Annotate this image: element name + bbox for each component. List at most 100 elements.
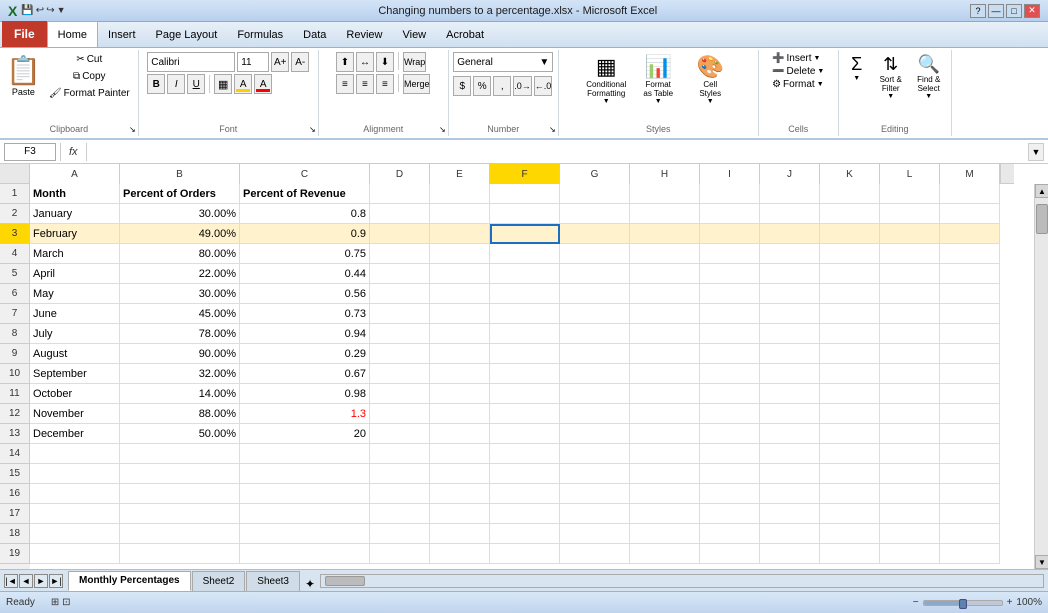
cell-E1[interactable]	[430, 184, 490, 204]
tab-review[interactable]: Review	[336, 23, 392, 47]
cell-G1[interactable]	[560, 184, 630, 204]
cell-M9[interactable]	[940, 344, 1000, 364]
cell-F9[interactable]	[490, 344, 560, 364]
col-header-F[interactable]: F	[490, 164, 560, 184]
cell-F7[interactable]	[490, 304, 560, 324]
cell-H15[interactable]	[630, 464, 700, 484]
cell-K1[interactable]	[820, 184, 880, 204]
row-header-12[interactable]: 12	[0, 404, 30, 424]
cell-F5[interactable]	[490, 264, 560, 284]
row-header-5[interactable]: 5	[0, 264, 30, 284]
cell-M4[interactable]	[940, 244, 1000, 264]
sum-button[interactable]: Σ ▼	[843, 52, 871, 102]
cell-H11[interactable]	[630, 384, 700, 404]
cell-C7[interactable]: 0.73	[240, 304, 370, 324]
cell-H16[interactable]	[630, 484, 700, 504]
cell-C2[interactable]: 0.8	[240, 204, 370, 224]
row-header-6[interactable]: 6	[0, 284, 30, 304]
cell-I12[interactable]	[700, 404, 760, 424]
cell-D18[interactable]	[370, 524, 430, 544]
cell-L3[interactable]	[880, 224, 940, 244]
cell-C6[interactable]: 0.56	[240, 284, 370, 304]
row-header-14[interactable]: 14	[0, 444, 30, 464]
decrease-decimal-button[interactable]: ←.0	[534, 76, 553, 96]
cell-I2[interactable]	[700, 204, 760, 224]
cell-B5[interactable]: 22.00%	[120, 264, 240, 284]
cell-I1[interactable]	[700, 184, 760, 204]
cell-J7[interactable]	[760, 304, 820, 324]
row-header-16[interactable]: 16	[0, 484, 30, 504]
cell-I8[interactable]	[700, 324, 760, 344]
cell-L4[interactable]	[880, 244, 940, 264]
cell-E18[interactable]	[430, 524, 490, 544]
cell-D5[interactable]	[370, 264, 430, 284]
cell-I6[interactable]	[700, 284, 760, 304]
cell-J8[interactable]	[760, 324, 820, 344]
cell-styles-button[interactable]: 🎨 CellStyles ▼	[686, 52, 734, 107]
cell-C15[interactable]	[240, 464, 370, 484]
customize-icon[interactable]: ▼	[57, 5, 66, 16]
cell-A4[interactable]: March	[30, 244, 120, 264]
cell-D17[interactable]	[370, 504, 430, 524]
align-left-button[interactable]: ≡	[336, 74, 354, 94]
cell-J1[interactable]	[760, 184, 820, 204]
cell-H1[interactable]	[630, 184, 700, 204]
cell-A9[interactable]: August	[30, 344, 120, 364]
tab-formulas[interactable]: Formulas	[227, 23, 293, 47]
save-icon[interactable]: 💾	[21, 5, 33, 16]
cell-F3[interactable]	[490, 224, 560, 244]
cell-K14[interactable]	[820, 444, 880, 464]
underline-button[interactable]: U	[187, 74, 205, 94]
cell-D15[interactable]	[370, 464, 430, 484]
cell-K3[interactable]	[820, 224, 880, 244]
row-header-15[interactable]: 15	[0, 464, 30, 484]
cell-K12[interactable]	[820, 404, 880, 424]
cell-J17[interactable]	[760, 504, 820, 524]
cell-L18[interactable]	[880, 524, 940, 544]
cell-E14[interactable]	[430, 444, 490, 464]
percent-button[interactable]: %	[473, 76, 491, 96]
cell-B8[interactable]: 78.00%	[120, 324, 240, 344]
page-display-icon[interactable]: ⊞	[51, 597, 59, 608]
cell-M8[interactable]	[940, 324, 1000, 344]
cell-L16[interactable]	[880, 484, 940, 504]
clipboard-expand[interactable]: ↘	[129, 125, 136, 134]
cell-E8[interactable]	[430, 324, 490, 344]
cell-K4[interactable]	[820, 244, 880, 264]
zoom-out-button[interactable]: −	[913, 597, 919, 608]
col-header-L[interactable]: L	[880, 164, 940, 184]
cell-F18[interactable]	[490, 524, 560, 544]
cell-L19[interactable]	[880, 544, 940, 564]
cell-I13[interactable]	[700, 424, 760, 444]
borders-button[interactable]: ▦	[214, 74, 232, 94]
tab-data[interactable]: Data	[293, 23, 336, 47]
cell-reference-box[interactable]	[4, 143, 56, 161]
cell-L12[interactable]	[880, 404, 940, 424]
cell-B17[interactable]	[120, 504, 240, 524]
cell-F16[interactable]	[490, 484, 560, 504]
cell-G19[interactable]	[560, 544, 630, 564]
cell-L10[interactable]	[880, 364, 940, 384]
cell-C14[interactable]	[240, 444, 370, 464]
row-header-8[interactable]: 8	[0, 324, 30, 344]
cell-L9[interactable]	[880, 344, 940, 364]
sheet-add-icon[interactable]: ✦	[305, 577, 315, 591]
cell-K13[interactable]	[820, 424, 880, 444]
bold-button[interactable]: B	[147, 74, 165, 94]
cell-M18[interactable]	[940, 524, 1000, 544]
cell-H5[interactable]	[630, 264, 700, 284]
cell-C1[interactable]: Percent of Revenue	[240, 184, 370, 204]
row-header-17[interactable]: 17	[0, 504, 30, 524]
align-middle-button[interactable]: ↔	[356, 52, 374, 72]
layout-icon[interactable]: ⊡	[62, 597, 70, 608]
cell-B1[interactable]: Percent of Orders	[120, 184, 240, 204]
cell-L14[interactable]	[880, 444, 940, 464]
wrap-text-button[interactable]: Wrap	[403, 52, 426, 72]
cell-J18[interactable]	[760, 524, 820, 544]
cell-M19[interactable]	[940, 544, 1000, 564]
formula-expand-button[interactable]: ▼	[1028, 143, 1044, 161]
cell-G3[interactable]	[560, 224, 630, 244]
cell-I19[interactable]	[700, 544, 760, 564]
help-btn[interactable]: ?	[970, 4, 986, 18]
cell-D3[interactable]	[370, 224, 430, 244]
